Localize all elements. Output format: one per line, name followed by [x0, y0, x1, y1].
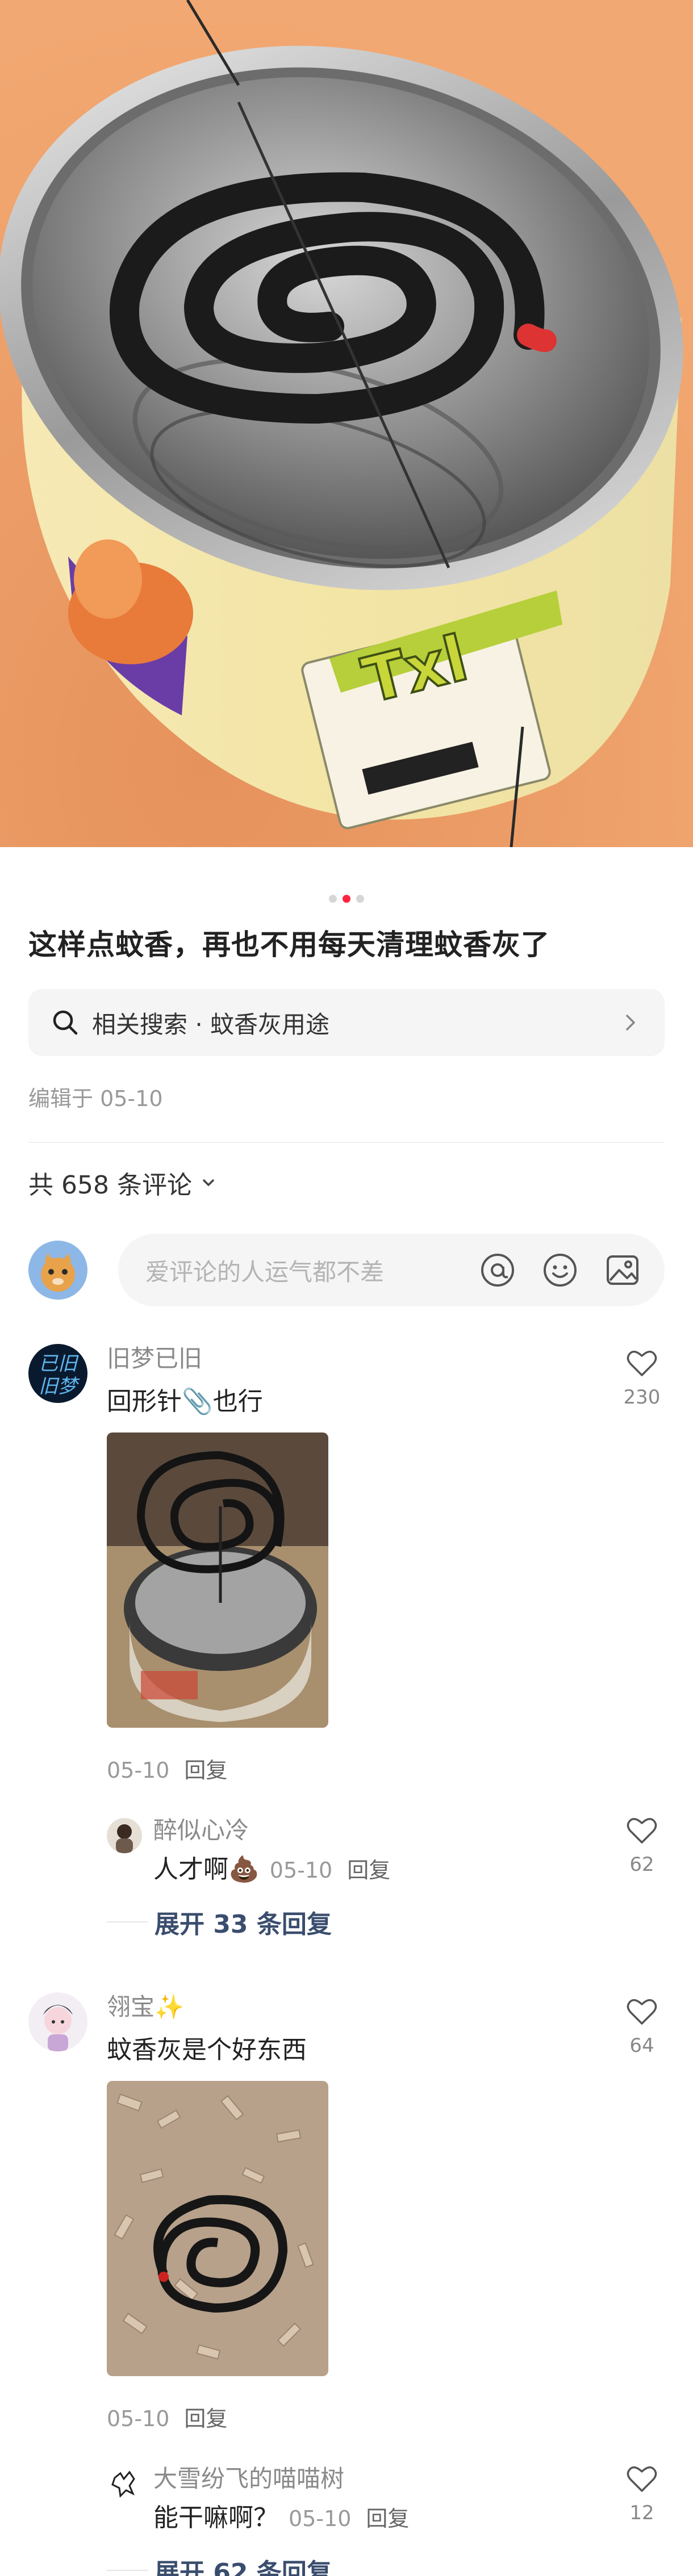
comment-text: 蚊香灰是个好东西	[107, 2035, 307, 2064]
comment-meta: 05-10 回复	[107, 1753, 693, 1784]
comment-input-placeholder: 爱评论的人运气都不差	[145, 1258, 385, 1286]
comment-date: 05-10	[107, 2406, 170, 2431]
post-image[interactable]: Txl	[0, 0, 693, 847]
carousel-dot[interactable]	[329, 895, 337, 903]
mosquito-coil-can-illustration: Txl	[0, 0, 693, 847]
comment-item: 64 翎宝✨ 蚊香灰是个好东西 05-10 回复	[0, 1992, 693, 2432]
reply-item: 12 大雪纷飞的喵喵树 能干嘛啊？ 05-10 回复	[107, 2464, 693, 2534]
reply-like-count: 62	[629, 1853, 654, 1876]
expand-line	[107, 2570, 148, 2571]
reply-text-row: 能干嘛啊？ 05-10 回复	[153, 2503, 693, 2534]
comment-text: 回形针📎也行	[107, 1387, 263, 1416]
svg-text:已旧: 已旧	[39, 1352, 79, 1375]
related-search-label: 相关搜索 · 蚊香灰用途	[92, 1010, 330, 1038]
reply-reply-button[interactable]: 回复	[366, 2506, 409, 2531]
reply-username[interactable]: 大雪纷飞的喵喵树	[153, 2464, 693, 2494]
reply-button[interactable]: 回复	[184, 1758, 227, 1783]
comment-image[interactable]	[107, 2081, 328, 2376]
like-count: 64	[629, 2034, 654, 2057]
comment-meta: 05-10 回复	[107, 2401, 693, 2432]
reply-date: 05-10	[289, 2506, 352, 2531]
like-button[interactable]: 64	[619, 1997, 665, 2057]
expand-line	[107, 1921, 148, 1922]
heart-icon	[627, 1817, 657, 1844]
search-icon	[53, 1010, 78, 1035]
svg-text:旧梦: 旧梦	[39, 1375, 80, 1398]
heart-icon	[627, 1350, 657, 1376]
edit-date: 编辑于 05-10	[28, 1086, 163, 1111]
comment-input[interactable]: 爱评论的人运气都不差	[118, 1234, 665, 1306]
reply-avatar[interactable]	[107, 1818, 142, 1853]
reply-text: 人才啊💩	[153, 1855, 260, 1884]
comment-count-label: 共 658 条评论	[28, 1171, 192, 1200]
my-avatar[interactable]	[28, 1241, 87, 1300]
comment-date: 05-10	[107, 1758, 170, 1783]
reply-item: 62 醉似心冷 人才啊💩 05-10 回复	[107, 1816, 693, 1886]
expand-replies-label: 展开 33 条回复	[155, 1910, 332, 1939]
reply-reply-button[interactable]: 回复	[347, 1858, 390, 1883]
emoji-icon[interactable]	[541, 1251, 579, 1289]
reply-avatar[interactable]	[107, 2466, 142, 2502]
carousel-indicator	[0, 895, 693, 903]
expand-replies-button[interactable]: 展开 33 条回复	[107, 1904, 693, 1940]
comment-count-toggle[interactable]: 共 658 条评论	[0, 1165, 693, 1201]
heart-icon	[627, 1999, 657, 2025]
related-search-bar[interactable]: 相关搜索 · 蚊香灰用途	[28, 989, 665, 1056]
carousel-dot-active[interactable]	[343, 895, 350, 903]
divider	[28, 1142, 665, 1143]
reply-text: 能干嘛啊？	[153, 2503, 278, 2532]
note-detail-page: Txl 这样点蚊香，再也不用每天清理蚊香灰了 相关搜索 · 蚊香灰用途 编辑于 …	[0, 0, 693, 2576]
chevron-right-icon	[626, 1015, 635, 1031]
reply-like-button[interactable]: 62	[619, 1816, 665, 1876]
reply-date: 05-10	[269, 1858, 333, 1883]
like-count: 230	[623, 1386, 661, 1409]
image-icon[interactable]	[603, 1251, 642, 1289]
comment-image[interactable]	[107, 1432, 328, 1728]
comment-username[interactable]: 旧梦已旧	[107, 1344, 693, 1373]
like-button[interactable]: 230	[619, 1348, 665, 1409]
reply-text-row: 人才啊💩 05-10 回复	[153, 1854, 693, 1886]
reply-button[interactable]: 回复	[184, 2406, 227, 2431]
mention-icon[interactable]	[478, 1251, 517, 1289]
reply-like-button[interactable]: 12	[619, 2464, 665, 2524]
comment-avatar[interactable]: 已旧 旧梦	[28, 1344, 87, 1403]
comment-item: 已旧 旧梦 230 旧梦已旧 回形针📎也行 05-10 回复	[0, 1344, 693, 1784]
expand-replies-label: 展开 62 条回复	[155, 2558, 332, 2576]
reply-username[interactable]: 醉似心冷	[153, 1816, 693, 1845]
reply-like-count: 12	[629, 2502, 654, 2524]
comment-input-row: 爱评论的人运气都不差	[0, 1234, 693, 1306]
post-title: 这样点蚊香，再也不用每天清理蚊香灰了	[28, 928, 550, 961]
heart-icon	[627, 2466, 657, 2492]
comment-avatar[interactable]	[28, 1992, 87, 2051]
comment-username[interactable]: 翎宝✨	[107, 1992, 693, 2022]
carousel-dot[interactable]	[356, 895, 364, 903]
expand-replies-button[interactable]: 展开 62 条回复	[107, 2552, 693, 2576]
chevron-down-icon	[203, 1179, 214, 1186]
